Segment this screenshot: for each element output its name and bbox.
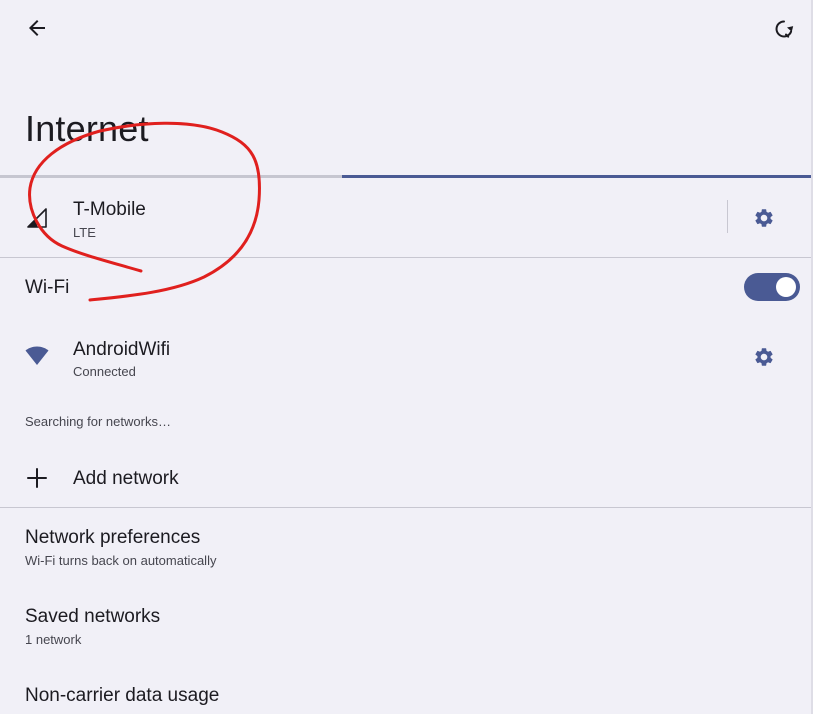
plus-icon <box>27 468 47 488</box>
saved-networks-item[interactable]: Saved networks 1 network <box>0 594 811 656</box>
network-preferences-title: Network preferences <box>25 527 201 548</box>
wifi-toggle-row[interactable]: Wi-Fi <box>0 258 811 318</box>
wifi-network-name: AndroidWifi <box>73 339 171 360</box>
non-carrier-data-usage-item[interactable]: Non-carrier data usage <box>0 673 811 714</box>
page-title: Internet <box>25 108 149 149</box>
cellular-signal-icon <box>27 208 47 228</box>
mobile-network-settings-button[interactable] <box>744 198 784 238</box>
internet-settings-page: Internet T-Mobile LTE Wi-Fi AndroidWifi … <box>0 0 813 714</box>
refresh-icon <box>775 20 794 38</box>
wifi-network-settings-button[interactable] <box>744 337 784 377</box>
network-preferences-subtitle: Wi-Fi turns back on automatically <box>25 553 217 568</box>
mobile-network-name: T-Mobile <box>73 199 146 220</box>
mobile-row-separator <box>727 200 728 233</box>
arrow-back-icon <box>29 20 45 36</box>
wifi-toggle[interactable] <box>744 273 800 301</box>
searching-status: Searching for networks… <box>25 414 171 429</box>
wifi-label: Wi-Fi <box>25 277 70 298</box>
back-button[interactable] <box>17 8 57 48</box>
saved-networks-title: Saved networks <box>25 606 161 627</box>
add-network-label: Add network <box>73 468 179 489</box>
wifi-toggle-thumb <box>776 277 796 297</box>
progress-indicator <box>342 175 811 178</box>
wifi-network-row[interactable]: AndroidWifi Connected <box>0 320 811 390</box>
refresh-button[interactable] <box>764 9 804 49</box>
divider <box>0 507 811 508</box>
saved-networks-subtitle: 1 network <box>25 632 82 647</box>
gear-icon <box>755 209 773 227</box>
wifi-network-status: Connected <box>73 364 136 379</box>
non-carrier-data-usage-title: Non-carrier data usage <box>25 685 220 706</box>
mobile-network-type: LTE <box>73 225 96 240</box>
gear-icon <box>755 348 773 366</box>
add-network-row[interactable]: Add network <box>0 450 811 506</box>
mobile-network-row[interactable]: T-Mobile LTE <box>0 179 811 257</box>
network-preferences-item[interactable]: Network preferences Wi-Fi turns back on … <box>0 515 811 577</box>
wifi-icon <box>25 346 49 365</box>
